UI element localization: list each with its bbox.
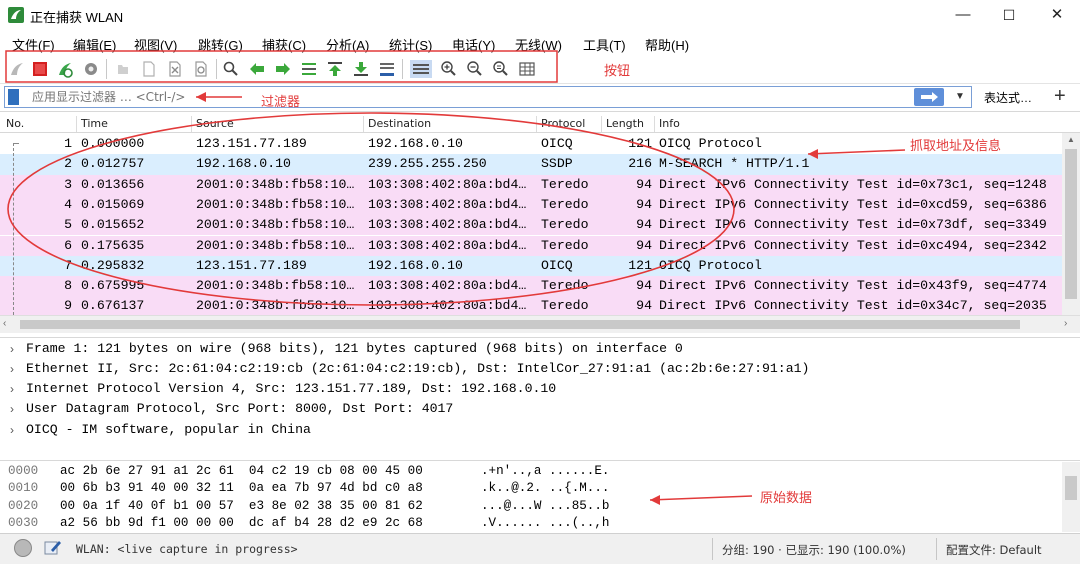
info-annotation-arrowhead [808, 149, 818, 159]
annotation-overlay [5, 50, 906, 505]
buttons-annotation: 按钮 [604, 64, 631, 79]
capture-info-annotation: 抓取地址及信息 [910, 139, 1002, 154]
filter-annotation: 过滤器 [261, 95, 301, 110]
raw-data-annotation: 原始数据 [760, 491, 813, 506]
info-annotation-arrow [807, 149, 906, 155]
filter-annotation-arrowhead [196, 92, 206, 102]
raw-data-annotation-arrow [649, 495, 753, 501]
raw-data-annotation-arrowhead [650, 495, 660, 505]
packet-list-highlight-ellipse [7, 112, 735, 306]
buttons-highlight-box [5, 50, 558, 83]
